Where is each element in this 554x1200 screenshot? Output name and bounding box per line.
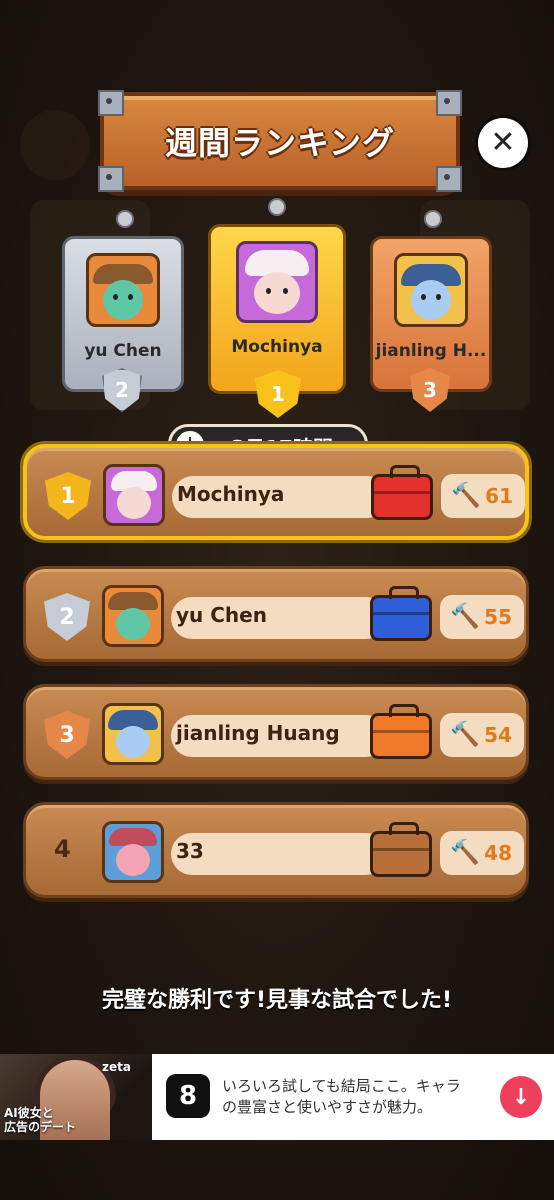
score: 55 xyxy=(484,605,512,629)
rank-number: 4 xyxy=(54,835,71,863)
ad-image-caption: AI彼女と 広告のデート xyxy=(4,1106,77,1134)
rank-1-shield-icon: 1 xyxy=(255,370,301,418)
player-name: 33 xyxy=(176,839,204,863)
ranking-row-4[interactable]: 4 33 🔨 48 xyxy=(23,802,529,898)
hammer-icon: 🔨 xyxy=(450,720,480,748)
app-logo-icon[interactable]: 8 xyxy=(166,1074,210,1118)
hanger-icon xyxy=(268,198,286,216)
ranking-row-1[interactable]: 1 Mochinya 🔨 61 xyxy=(23,444,529,540)
hanger-icon xyxy=(424,210,442,228)
close-icon: ✕ xyxy=(490,125,516,160)
rank-3-shield-icon: 3 xyxy=(410,368,450,412)
score-box: 🔨 54 xyxy=(440,713,524,757)
red-toolbox-icon xyxy=(371,465,433,520)
page-title: 週間ランキング xyxy=(164,124,396,162)
podium-name: jianling H... xyxy=(375,341,487,361)
avatar xyxy=(86,253,160,327)
score-box: 🔨 55 xyxy=(440,595,524,639)
rank-2-shield-icon: 2 xyxy=(102,368,142,412)
podium-name: yu Chen xyxy=(84,341,162,361)
title-plank: 週間ランキング xyxy=(98,90,462,192)
brown-toolbox-icon xyxy=(370,822,432,877)
hammer-icon: 🔨 xyxy=(450,838,480,866)
score-box: 🔨 48 xyxy=(440,831,524,875)
ad-image[interactable]: zeta AI彼女と 広告のデート xyxy=(0,1054,152,1140)
score: 48 xyxy=(484,841,512,865)
avatar xyxy=(103,464,165,526)
player-name: jianling Huang xyxy=(176,721,340,745)
character-face xyxy=(116,608,150,640)
orange-toolbox-icon xyxy=(370,704,432,759)
ranking-row-3[interactable]: 3 jianling Huang 🔨 54 xyxy=(23,684,529,780)
player-name: Mochinya xyxy=(177,482,285,506)
bolt-icon xyxy=(436,90,462,116)
avatar xyxy=(102,703,164,765)
bolt-icon xyxy=(98,166,124,192)
character-face xyxy=(411,280,451,320)
avatar xyxy=(102,821,164,883)
download-button[interactable]: ↓ xyxy=(500,1076,542,1118)
podium-name: Mochinya xyxy=(231,337,323,357)
ad-banner[interactable]: zeta AI彼女と 広告のデート 8 いろいろ試しても結局ここ。キャラの豊富さ… xyxy=(0,1054,554,1140)
player-name: yu Chen xyxy=(176,603,267,627)
podium-card-1st[interactable]: Mochinya xyxy=(208,224,346,394)
character-face xyxy=(254,272,300,314)
avatar xyxy=(102,585,164,647)
blue-toolbox-icon xyxy=(370,586,432,641)
hanger-icon xyxy=(116,210,134,228)
character-face xyxy=(117,487,151,519)
avatar xyxy=(394,253,468,327)
result-message: 完璧な勝利です!見事な試合でした! xyxy=(101,988,453,1013)
hammer-icon: 🔨 xyxy=(451,481,481,509)
character-face xyxy=(116,726,150,758)
close-button[interactable]: ✕ xyxy=(478,118,528,168)
score: 61 xyxy=(485,484,513,508)
character-face xyxy=(116,844,150,876)
hammer-icon: 🔨 xyxy=(450,602,480,630)
ad-copy[interactable]: いろいろ試しても結局ここ。キャラの豊富さと使いやすさが魅力。 xyxy=(222,1076,472,1118)
ranking-row-2[interactable]: 2 yu Chen 🔨 55 xyxy=(23,566,529,662)
avatar xyxy=(236,241,318,323)
character-face xyxy=(103,280,143,320)
rank-1-badge-icon: 1 xyxy=(45,472,91,520)
score-box: 🔨 61 xyxy=(441,474,525,518)
score: 54 xyxy=(484,723,512,747)
bg-faded-avatar xyxy=(20,110,90,180)
rank-2-badge-icon: 2 xyxy=(44,593,90,641)
ad-brand: zeta xyxy=(102,1060,131,1074)
bolt-icon xyxy=(98,90,124,116)
bolt-icon xyxy=(436,166,462,192)
download-icon: ↓ xyxy=(511,1084,531,1110)
rank-3-badge-icon: 3 xyxy=(44,711,90,759)
